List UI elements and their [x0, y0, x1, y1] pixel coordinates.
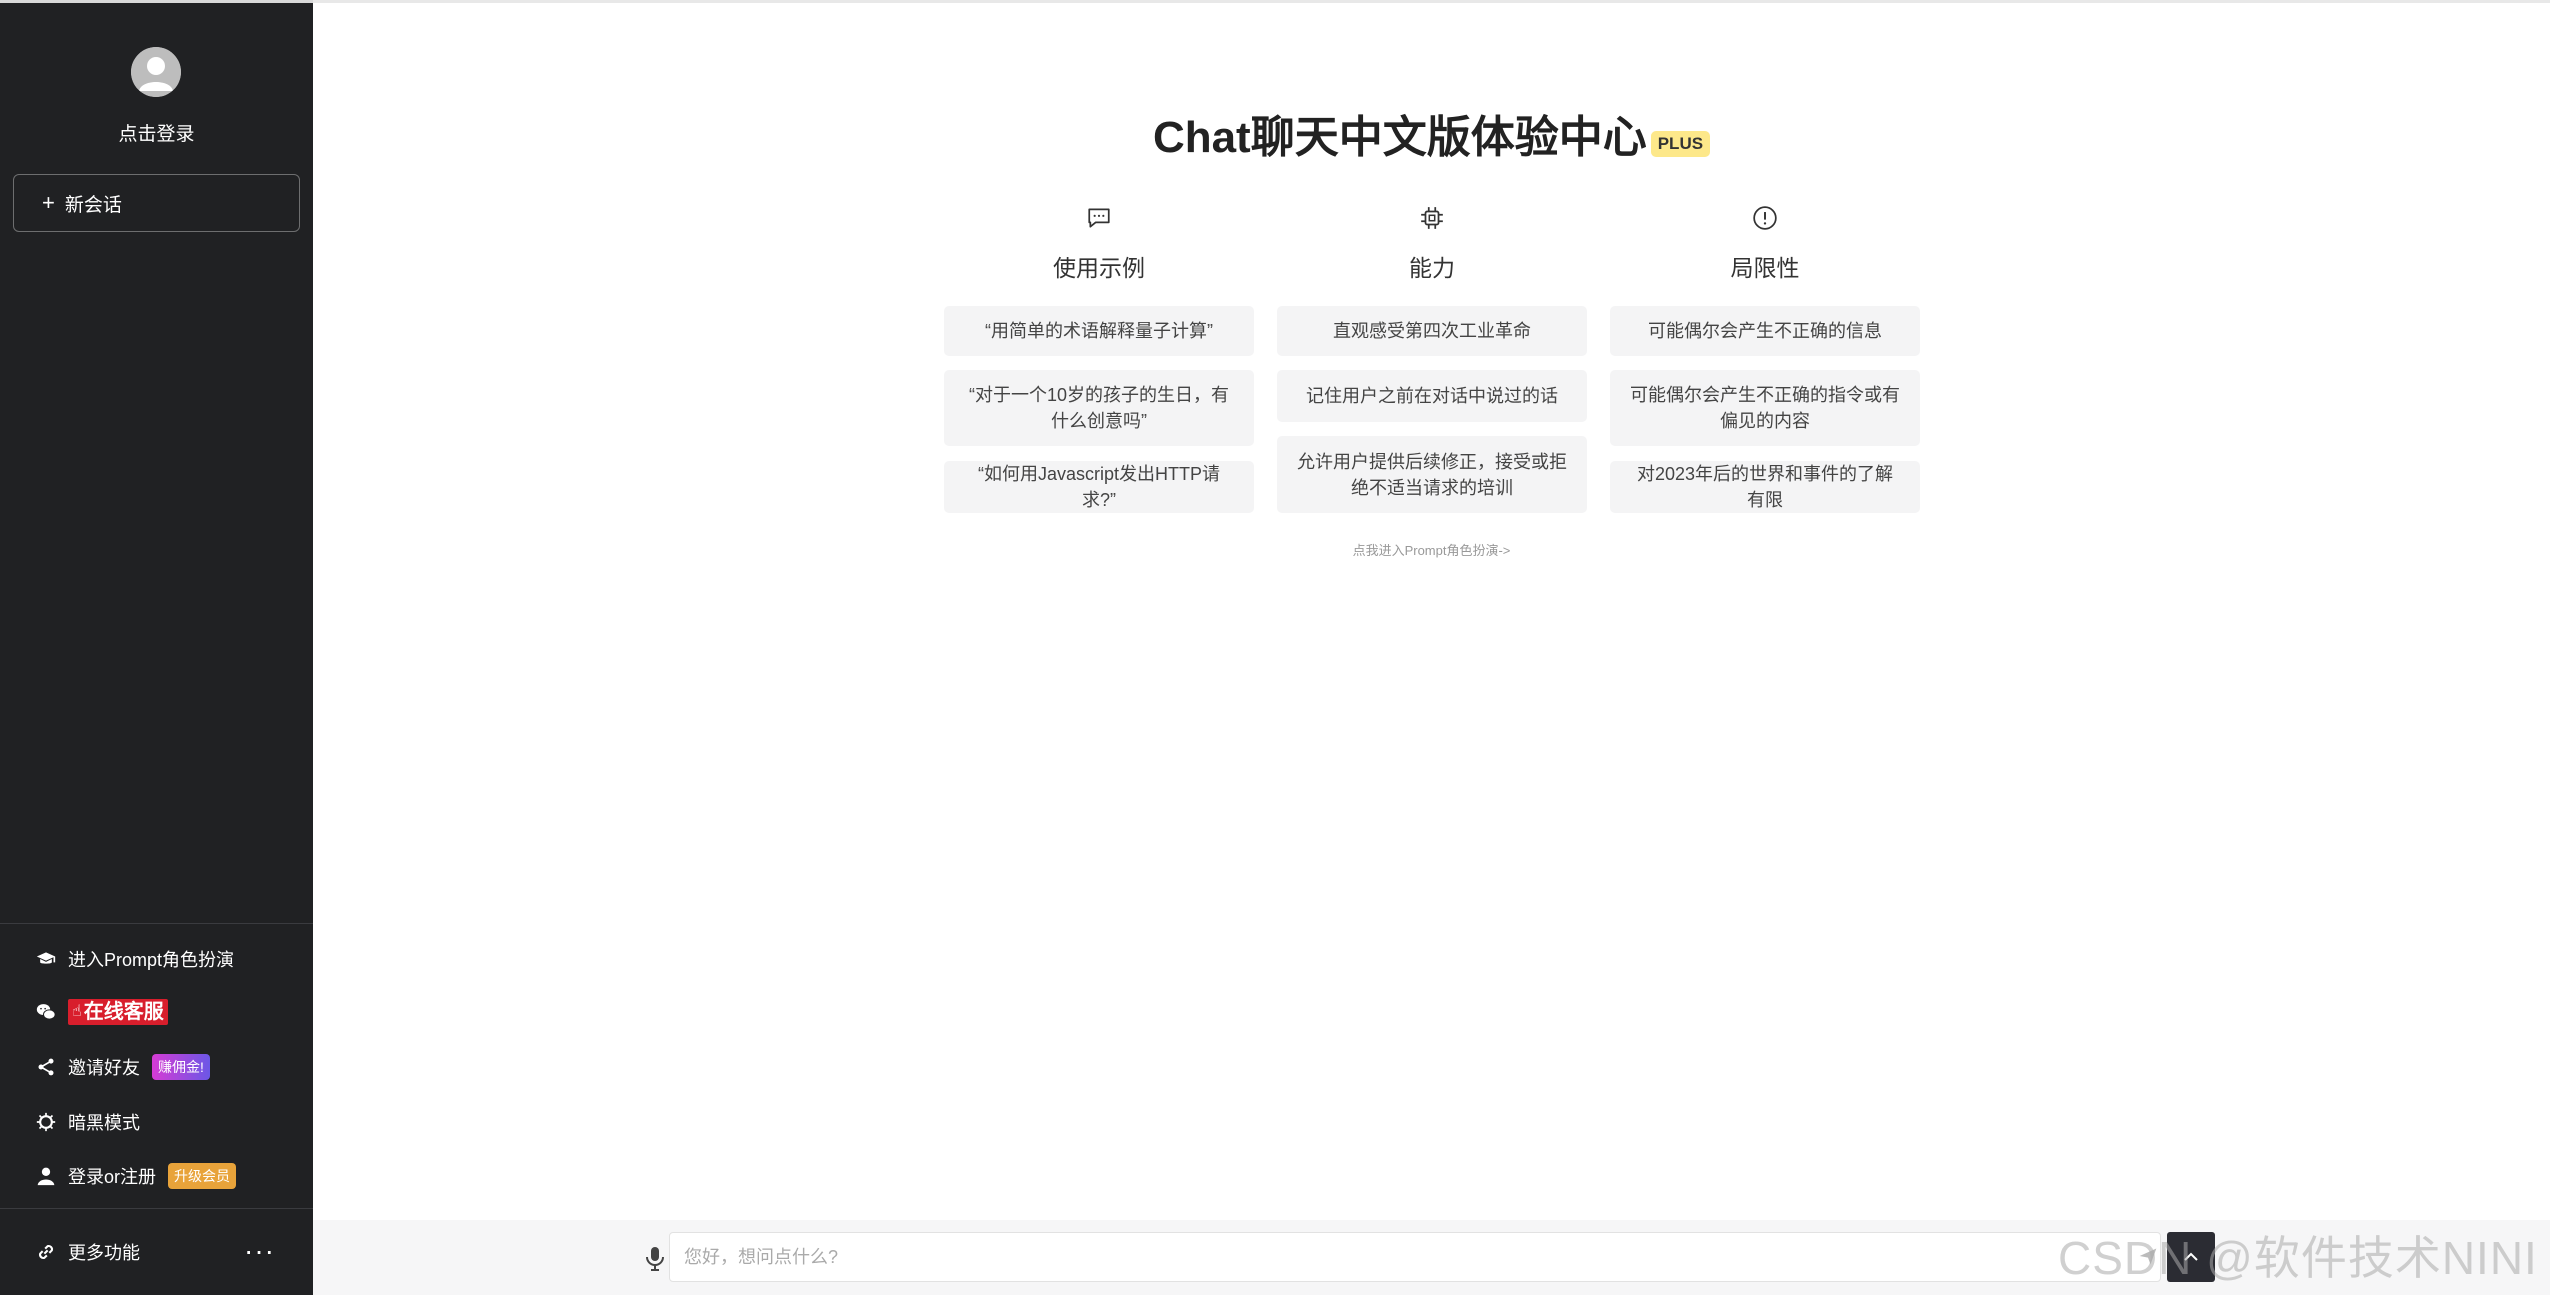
sidebar-item-label: 进入Prompt角色扮演	[68, 950, 235, 970]
limitation-card: 对2023年后的世界和事件的了解有限	[1610, 461, 1920, 513]
service-tag: ☝ 在线客服	[68, 999, 168, 1025]
new-chat-label: 新会话	[64, 194, 122, 216]
more-dots-icon[interactable]: ···	[244, 1237, 275, 1265]
example-card[interactable]: “对于一个10岁的孩子的生日，有什么创意吗”	[944, 370, 1254, 446]
sidebar-item-login[interactable]: 登录or注册 升级会员	[36, 1163, 237, 1189]
hand-pointer-icon: ☝	[72, 1003, 82, 1020]
example-card[interactable]: “如何用Javascript发出HTTP请求?”	[944, 461, 1254, 513]
share-icon	[38, 1058, 54, 1076]
sidebar-item-more[interactable]: 更多功能	[36, 1239, 140, 1265]
sidebar-bottom-divider	[0, 923, 313, 924]
limitation-card: 可能偶尔会产生不正确的指令或有偏见的内容	[1610, 370, 1920, 446]
column-title: 使用示例	[1053, 255, 1145, 281]
sidebar-divider	[0, 1208, 313, 1209]
graduation-cap-icon	[36, 952, 56, 964]
user-avatar-icon	[131, 47, 181, 97]
message-input-wrapper	[669, 1232, 2161, 1282]
limitation-card: 可能偶尔会产生不正确的信息	[1610, 306, 1920, 356]
column-limitations: 局限性	[1610, 205, 1920, 285]
sidebar-item-prompt[interactable]: 进入Prompt角色扮演	[36, 946, 234, 972]
login-link[interactable]: 点击登录	[0, 119, 313, 146]
sidebar-item-label: 更多功能	[68, 1243, 140, 1263]
avatar[interactable]	[131, 47, 181, 97]
commission-badge: 赚佣金!	[152, 1054, 210, 1080]
message-input[interactable]	[670, 1233, 2160, 1281]
upgrade-badge[interactable]: 升级会员	[168, 1163, 237, 1189]
column-title: 能力	[1409, 255, 1455, 281]
sidebar-item-label: 登录or注册	[68, 1167, 157, 1187]
capability-card: 直观感受第四次工业革命	[1277, 306, 1587, 356]
plus-icon: +	[42, 190, 55, 215]
sidebar-item-label: 邀请好友	[68, 1058, 140, 1078]
column-capabilities: 能力	[1277, 205, 1587, 285]
chat-bubble-icon	[1088, 208, 1110, 228]
page-title: Chat聊天中文版体验中心 PLUS	[313, 101, 2550, 165]
column-examples: 使用示例	[944, 205, 1254, 285]
gear-icon	[36, 1112, 56, 1132]
new-chat-button[interactable]: + 新会话	[13, 174, 300, 232]
page-title-text: Chat聊天中文版体验中心	[1152, 113, 1647, 162]
user-icon	[37, 1167, 55, 1186]
sidebar-item-service[interactable]: ☝ 在线客服	[36, 999, 168, 1025]
plus-badge: PLUS	[1650, 131, 1711, 158]
chip-icon	[1421, 207, 1443, 229]
watermark: CSDN @软件技术NINI	[2058, 1232, 2538, 1284]
sidebar-item-label: 暗黑模式	[68, 1113, 140, 1133]
prompt-roleplay-link[interactable]: 点我进入Prompt角色扮演->	[313, 540, 2550, 559]
microphone-icon[interactable]	[645, 1246, 665, 1272]
capability-card: 允许用户提供后续修正，接受或拒绝不适当请求的培训	[1277, 436, 1587, 513]
wechat-icon	[36, 1004, 56, 1020]
warning-circle-icon	[1753, 206, 1777, 230]
main-content: Chat聊天中文版体验中心 PLUS 使用示例 “用简单的术语解释量子计算” “对…	[313, 0, 2550, 1295]
column-title: 局限性	[1730, 255, 1800, 281]
sidebar-item-label: 在线客服	[83, 1001, 164, 1023]
sidebar-item-dark-mode[interactable]: 暗黑模式	[36, 1109, 140, 1135]
sidebar-item-invite[interactable]: 邀请好友 赚佣金!	[36, 1054, 210, 1080]
capability-card: 记住用户之前在对话中说过的话	[1277, 370, 1587, 422]
sidebar: 点击登录 + 新会话 进入Prompt角色扮演 ☝ 在线客服 邀请好友 赚佣金!	[0, 0, 313, 1295]
example-card[interactable]: “用简单的术语解释量子计算”	[944, 306, 1254, 356]
link-icon	[39, 1245, 53, 1259]
